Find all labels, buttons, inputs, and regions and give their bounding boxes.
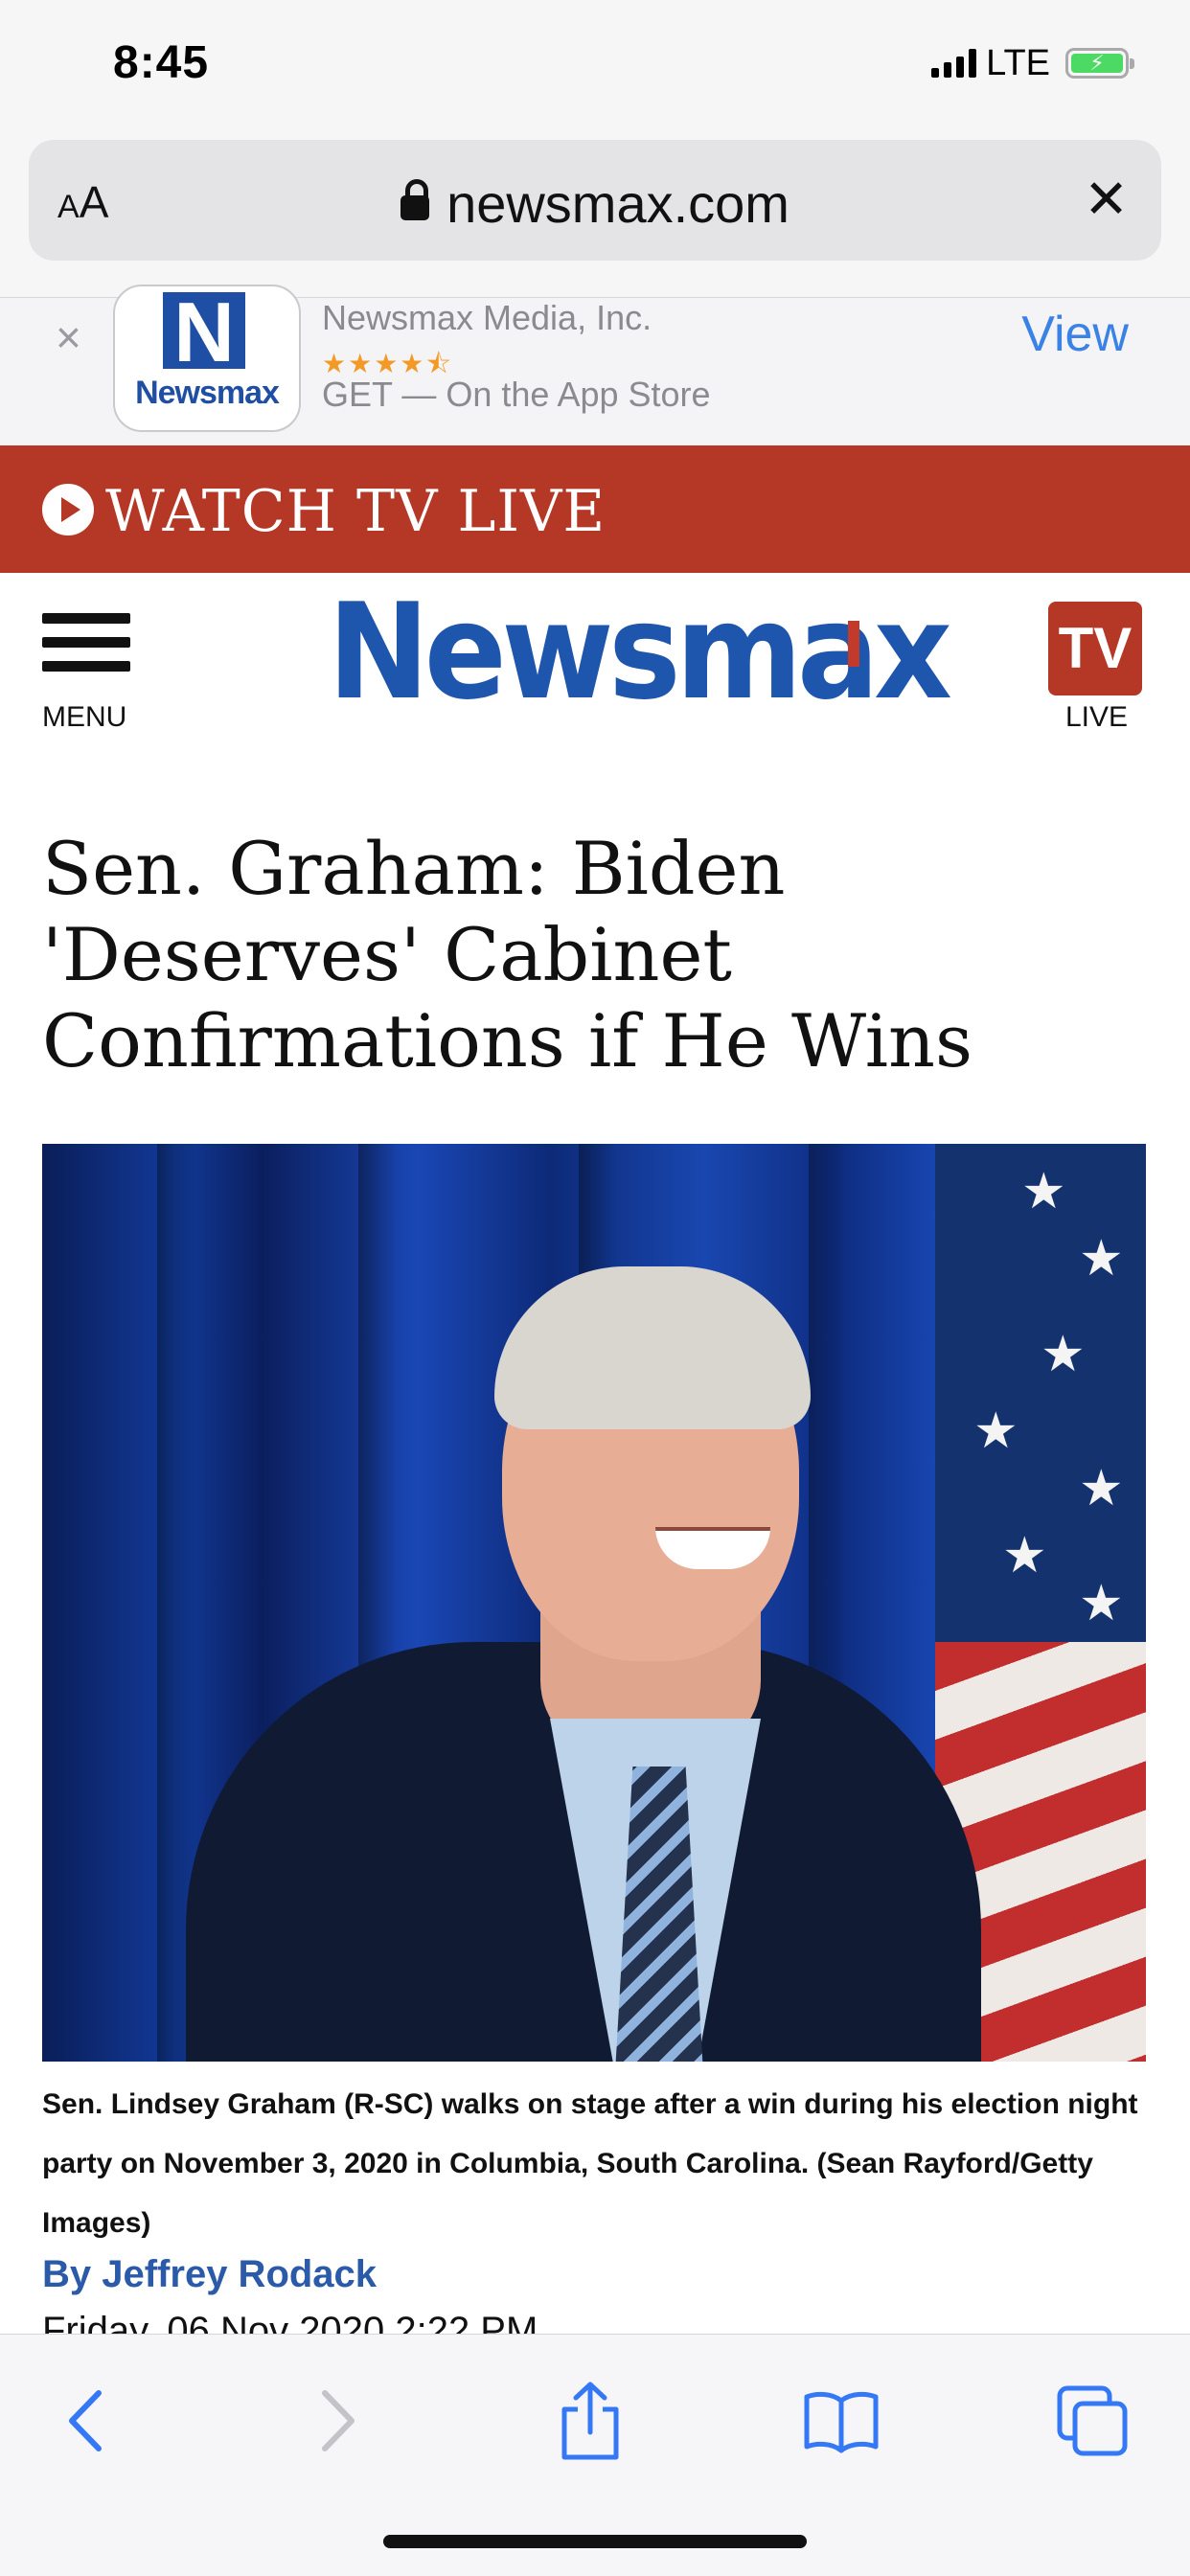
hamburger-icon <box>42 613 130 624</box>
watch-tv-live-bar[interactable]: WATCH TV LIVE <box>0 445 1190 573</box>
tabs-icon[interactable] <box>1054 2382 1131 2459</box>
browser-chrome: 8:45 LTE ⚡ AA newsmax.com ✕ <box>0 0 1190 297</box>
status-indicators: LTE ⚡ <box>931 42 1134 83</box>
url-display[interactable]: newsmax.com <box>29 172 1161 235</box>
network-type: LTE <box>986 42 1050 83</box>
home-indicator[interactable] <box>383 2535 807 2548</box>
watch-tv-live-label: WATCH TV LIVE <box>105 478 606 545</box>
close-icon[interactable]: ✕ <box>1084 172 1129 226</box>
app-publisher: Newsmax Media, Inc. <box>322 298 652 337</box>
article-headline: Sen. Graham: Biden 'Deserves' Cabinet Co… <box>42 826 973 1083</box>
signal-icon <box>931 49 977 78</box>
menu-label[interactable]: MENU <box>42 701 126 734</box>
live-label[interactable]: LIVE <box>1065 701 1128 734</box>
byline-link[interactable]: By Jeffrey Rodack <box>42 2253 377 2296</box>
tv-live-icon[interactable]: TV <box>1048 602 1142 695</box>
menu-button[interactable] <box>42 613 130 685</box>
photo-caption: Sen. Lindsey Graham (R-SC) walks on stag… <box>42 2088 1138 2239</box>
share-icon[interactable] <box>552 2382 629 2460</box>
back-icon[interactable] <box>48 2382 125 2459</box>
lock-icon <box>400 179 430 220</box>
banner-close-icon[interactable]: × <box>56 311 81 363</box>
smart-app-banner: × N Newsmax Newsmax Media, Inc. ★★★★⯪ GE… <box>0 285 1190 446</box>
url-domain-text: newsmax.com <box>446 173 790 234</box>
publish-date: Friday, 06 Nov 2020 2:22 PM <box>42 2310 538 2334</box>
bookmarks-icon[interactable] <box>803 2382 880 2459</box>
address-bar[interactable]: AA newsmax.com ✕ <box>29 140 1161 261</box>
logo-accent-mark <box>848 621 859 667</box>
view-app-button[interactable]: View <box>1021 306 1129 363</box>
battery-icon: ⚡ <box>1065 48 1134 79</box>
app-icon-letter: N <box>163 290 245 375</box>
article-photo: ★ ★ ★ ★ ★ ★ ★ <box>42 1144 1146 2062</box>
app-store-text: GET — On the App Store <box>322 375 711 414</box>
forward-icon[interactable] <box>299 2382 376 2459</box>
app-icon: N Newsmax <box>113 285 301 432</box>
app-icon-wordmark: Newsmax <box>135 375 280 411</box>
status-time: 8:45 <box>113 37 210 88</box>
play-icon <box>42 484 94 536</box>
